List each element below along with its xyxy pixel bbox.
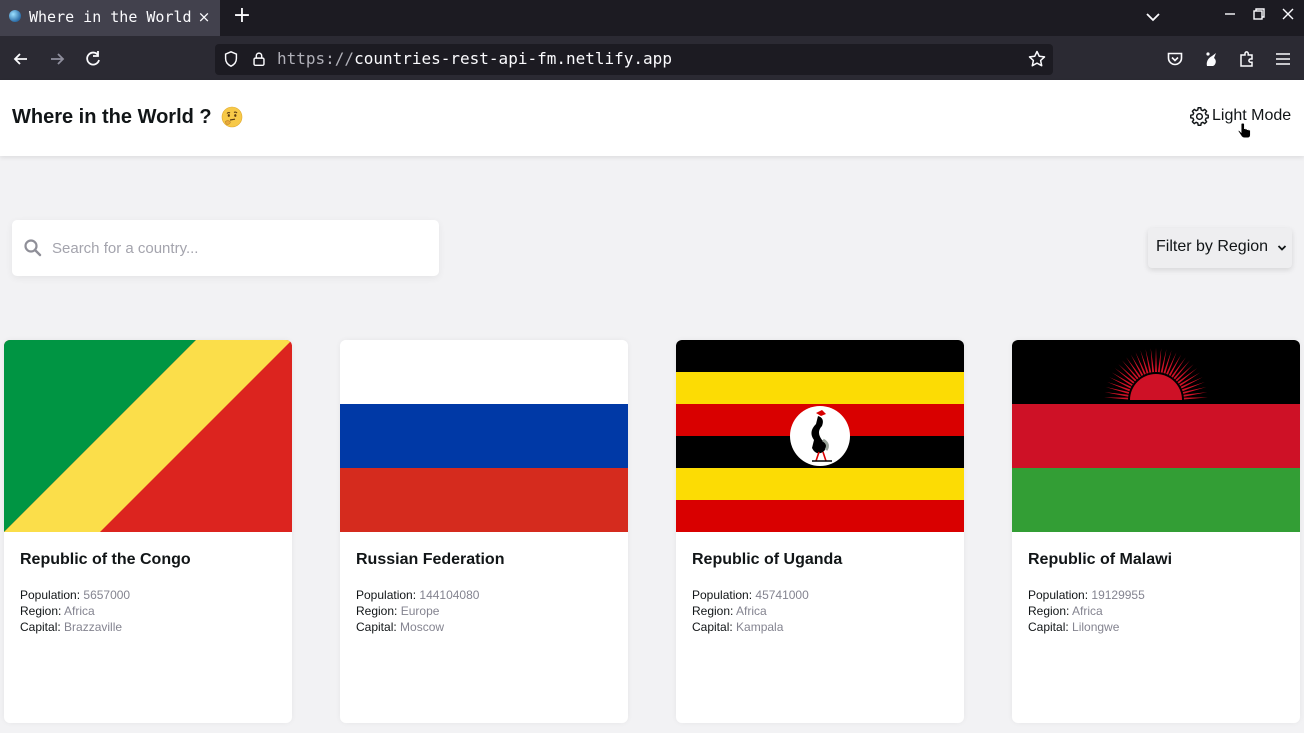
region-label: Region: (20, 604, 62, 618)
population-label: Population: (356, 588, 417, 602)
forward-arrow-icon[interactable] (47, 49, 67, 69)
capital-value: Kampala (736, 620, 784, 634)
capital-row: Capital: Kampala (692, 620, 783, 634)
page-title: Where in the World ? (12, 106, 212, 128)
country-name: Republic of the Congo (20, 551, 191, 568)
region-value: Africa (736, 604, 767, 618)
capital-label: Capital: (692, 620, 733, 634)
hamburger-menu-icon[interactable] (1273, 49, 1293, 69)
region-value: Africa (1072, 604, 1103, 618)
capital-label: Capital: (1028, 620, 1069, 634)
chevron-down-icon (1277, 245, 1287, 251)
bookmark-star-icon[interactable] (1027, 49, 1047, 69)
country-card[interactable]: Republic of Malawi Population: 19129955 … (1012, 340, 1300, 723)
globe-favicon-icon (9, 10, 21, 22)
chevron-down-icon[interactable] (1143, 7, 1163, 27)
url-protocol: https:// (277, 49, 355, 68)
url-host: countries-rest-api-fm.netlify.app (354, 49, 672, 68)
capital-row: Capital: Lilongwe (1028, 620, 1119, 634)
search-input[interactable] (52, 234, 422, 262)
region-row: Region: Africa (20, 604, 95, 618)
capital-value: Moscow (400, 620, 445, 634)
population-value: 45741000 (755, 588, 809, 602)
close-window-icon[interactable] (1278, 4, 1298, 24)
population-value: 19129955 (1091, 588, 1145, 602)
capital-value: Brazzaville (64, 620, 123, 634)
new-tab-button[interactable]: + (230, 4, 254, 28)
pocket-icon[interactable] (1165, 49, 1185, 69)
tab-close-button[interactable]: × (196, 7, 212, 27)
region-value: Africa (64, 604, 95, 618)
region-filter-label: Filter by Region (1156, 238, 1269, 255)
population-label: Population: (692, 588, 753, 602)
capital-row: Capital: Moscow (356, 620, 444, 634)
population-row: Population: 5657000 (20, 588, 130, 602)
region-value: Europe (400, 604, 440, 618)
population-row: Population: 19129955 (1028, 588, 1145, 602)
extension-paw-icon[interactable] (1201, 49, 1221, 69)
puzzle-extensions-icon[interactable] (1237, 49, 1257, 69)
population-row: Population: 144104080 (356, 588, 479, 602)
tab-title: Where in the World (29, 8, 192, 26)
russia-flag (340, 340, 628, 532)
region-row: Region: Europe (356, 604, 439, 618)
hand-pointer-cursor-icon (1237, 122, 1251, 139)
url-text[interactable]: https://countries-rest-api-fm.netlify.ap… (277, 49, 672, 68)
population-row: Population: 45741000 (692, 588, 809, 602)
country-card[interactable]: Republic of Uganda Population: 45741000 … (676, 340, 964, 723)
search-icon (24, 239, 42, 257)
region-row: Region: Africa (692, 604, 767, 618)
capital-value: Lilongwe (1072, 620, 1120, 634)
population-label: Population: (20, 588, 81, 602)
country-name: Republic of Uganda (692, 551, 843, 568)
lock-icon[interactable] (250, 50, 268, 68)
malawi-flag (1012, 340, 1300, 532)
minimize-icon[interactable] (1220, 4, 1240, 24)
back-arrow-icon[interactable] (11, 49, 31, 69)
population-value: 5657000 (83, 588, 131, 602)
capital-label: Capital: (20, 620, 61, 634)
population-value: 144104080 (419, 588, 480, 602)
region-label: Region: (692, 604, 734, 618)
uganda-flag (676, 340, 964, 532)
congo-flag (4, 340, 292, 532)
reload-icon[interactable] (83, 49, 103, 69)
capital-row: Capital: Brazzaville (20, 620, 122, 634)
shield-icon[interactable] (222, 50, 240, 68)
region-row: Region: Africa (1028, 604, 1103, 618)
country-card[interactable]: Russian Federation Population: 144104080… (340, 340, 628, 723)
restore-icon[interactable] (1249, 4, 1269, 24)
country-name: Russian Federation (356, 551, 505, 568)
region-label: Region: (1028, 604, 1070, 618)
country-card[interactable]: Republic of the Congo Population: 565700… (4, 340, 292, 723)
capital-label: Capital: (356, 620, 397, 634)
gear-icon (1190, 106, 1209, 126)
population-label: Population: (1028, 588, 1089, 602)
browser-tab[interactable]: Where in the World × (0, 0, 220, 36)
region-label: Region: (356, 604, 398, 618)
thinking-face-emoji-icon (221, 106, 243, 128)
country-name: Republic of Malawi (1028, 551, 1173, 568)
